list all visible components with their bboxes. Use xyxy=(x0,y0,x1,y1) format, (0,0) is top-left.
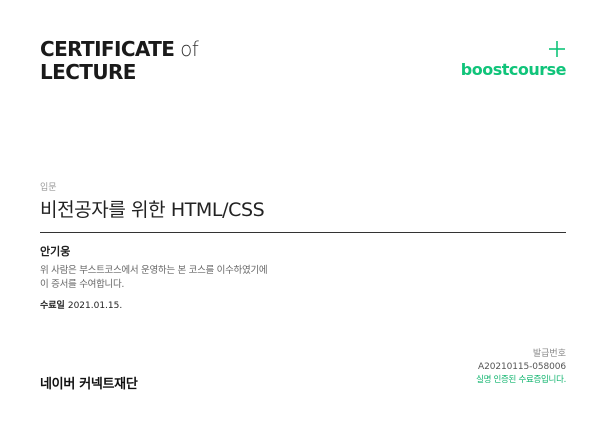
recipient-description: 위 사람은 부스트코스에서 운영하는 본 코스를 이수하였기에 이 증서를 수여… xyxy=(40,264,268,292)
plus-icon xyxy=(549,41,565,57)
issuer-name: 네이버 커넥트재단 xyxy=(40,377,138,392)
description-line-1: 위 사람은 부스트코스에서 운영하는 본 코스를 이수하였기에 xyxy=(40,265,268,276)
recipient-info: 안기웅 위 사람은 부스트코스에서 운영하는 본 코스를 이수하였기에 이 증서… xyxy=(40,243,268,311)
recipient-name: 안기웅 xyxy=(40,245,71,258)
title-lecture-word: LECTURE xyxy=(40,60,136,84)
issue-number-label: 발급번호 xyxy=(532,349,566,359)
certificate: CERTIFICATE of LECTURE boostcourse 입문 비전… xyxy=(0,0,608,425)
issue-number: A20210115-058006 xyxy=(478,362,566,372)
title-certificate-word: CERTIFICATE xyxy=(40,37,175,61)
brand-name: boostcourse xyxy=(460,60,567,79)
divider xyxy=(40,232,566,233)
issue-info: 발급번호 A20210115-058006 실명 인증된 수료증입니다. xyxy=(476,348,566,387)
brand-logo: boostcourse xyxy=(436,40,567,80)
description-line-2: 이 증서를 수여합니다. xyxy=(40,279,125,290)
completion-label: 수료일 xyxy=(40,301,65,311)
course-info: 입문 비전공자를 위한 HTML/CSS xyxy=(40,180,265,222)
course-name: 비전공자를 위한 HTML/CSS xyxy=(40,199,265,221)
verified-notice: 실명 인증된 수료증입니다. xyxy=(476,375,566,385)
course-level: 입문 xyxy=(40,183,57,193)
certificate-title: CERTIFICATE of LECTURE xyxy=(40,37,199,84)
completion-date: 2021.01.15. xyxy=(67,301,123,311)
title-of-word: of xyxy=(174,37,199,61)
completion-date-row: 수료일 2021.01.15. xyxy=(40,298,267,311)
